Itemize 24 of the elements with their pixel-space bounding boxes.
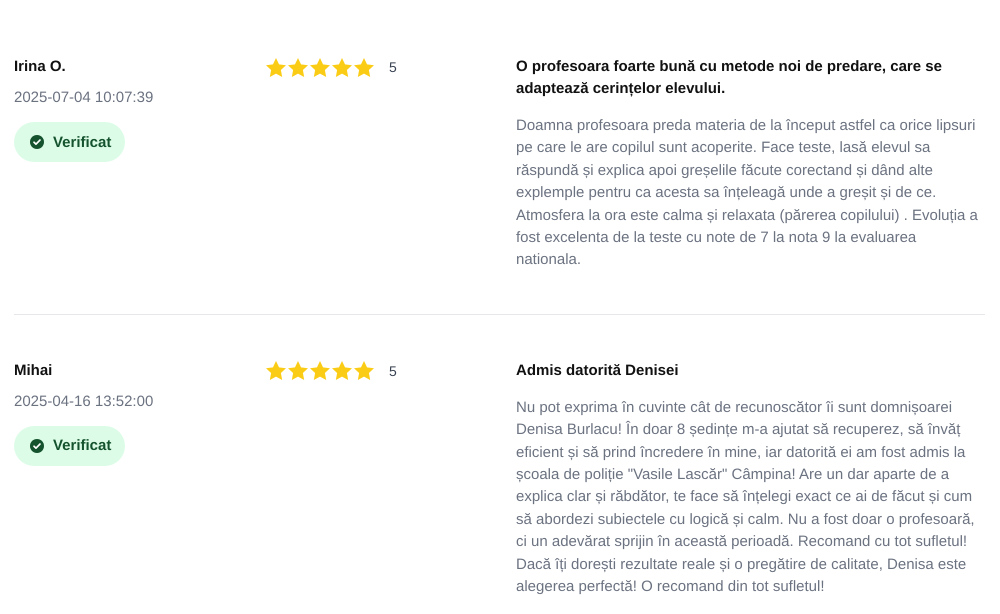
star-icon [332,58,352,76]
star-icon [288,58,308,76]
rating-value: 5 [389,59,397,75]
review-date: 2025-04-16 13:52:00 [14,392,154,412]
review-text: Nu pot exprima în cuvinte cât de recunoscător îi sunt domnișoarei Denisa Burlacu! În doar 8 ședințe m-a ajutat să recuperez, să învăț eficient și să prind încredere în mine, iar datorită ei am fost admis la școala de poliție "Vasile Lascăr" Câmpina! Are un dar aparte de a explica clar și răbdător, te face să înțelegi exact ce ai de făcut și cum să abordezi subiectele cu logică și calm. Nu a fost doar o profesoară, ci un adevărat sprijin în această perioadă. Recomand cu tot sufletul! Dacă îți dorești rezultate reale și o pregătire de calitate, Denisa este alegerea perfectă! O recomand din tot sufletul! [516,398,976,598]
star-icon [310,361,330,380]
reviewer-name: Mihai [14,360,52,381]
star-icon [288,361,308,380]
star-icon [354,58,374,76]
review-title: Admis datorită Denisei [516,360,680,381]
badge-label: Verificat [53,437,112,454]
star-icon [310,58,330,76]
star-icon [332,361,352,380]
badge-label: Verificat [53,134,112,150]
review-date: 2025-07-04 10:07:39 [14,88,154,108]
reviewer-name: Irina O. [14,57,66,77]
rating-value: 5 [389,362,397,379]
star-icon [266,58,286,76]
review-text: Doamna profesoara preda materia de la început astfel ca orice lipsuri pe care le are copilul sunt acoperite. Face teste, lasă elevul sa răspundă și explica apoi greșelile făcute corectand și dând alte explemple pentru ca acesta sa înțeleagă unde a greșit și de ce. Atmosfera la ora este calma și relaxata (părerea copilului) . Evoluția a fost excelenta de la teste cu note de 7 la nota 9 la evaluarea nationala. [516,116,979,270]
review-title: O profesoara foarte bună cu metode noi de predare, care se adaptează cerințelor elevului. [516,57,943,99]
check-circle-icon [30,135,44,149]
star-icon [266,361,286,380]
star-icon [354,361,374,380]
check-circle-icon [30,438,44,453]
